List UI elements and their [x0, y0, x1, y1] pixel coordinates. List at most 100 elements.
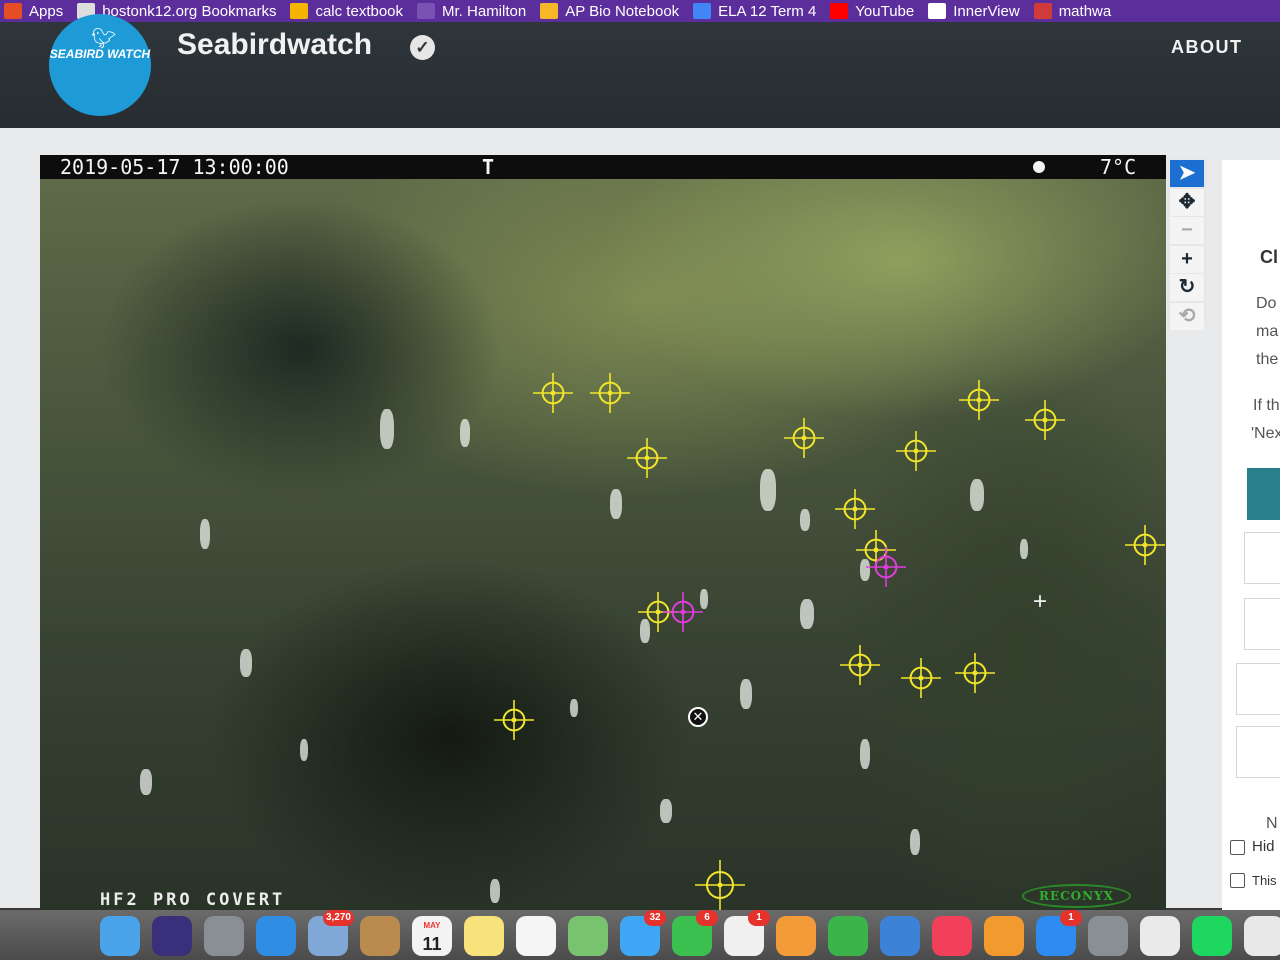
books-icon[interactable] [984, 916, 1024, 956]
roblox-icon[interactable] [1244, 916, 1280, 956]
reminders-icon[interactable] [516, 916, 556, 956]
notification-badge: 6 [696, 910, 718, 926]
yellow-crosshair-mark[interactable] [896, 431, 936, 471]
notification-badge: 3,270 [322, 910, 354, 926]
bookmark-item[interactable]: calc textbook [290, 3, 403, 20]
bookmark-item[interactable]: AP Bio Notebook [540, 3, 679, 20]
crosshair-cursor-icon: + [1033, 588, 1048, 615]
zoom-in-button[interactable]: + [1170, 245, 1204, 273]
bird-guano-patch [1020, 539, 1028, 559]
launchpad-icon[interactable] [204, 916, 244, 956]
bird-guano-patch [660, 799, 672, 823]
yellow-crosshair-mark[interactable] [959, 380, 999, 420]
bird-guano-patch [760, 469, 776, 511]
apps-grid-icon [4, 3, 22, 19]
notes-icon[interactable] [464, 916, 504, 956]
bookmark-item[interactable]: ELA 12 Term 4 [693, 3, 816, 20]
calendar-icon[interactable]: MAY 11 [412, 916, 452, 956]
bird-guano-patch [140, 769, 152, 795]
selected-crosshair-mark[interactable] [695, 860, 745, 910]
reset-button[interactable]: ⟲ [1170, 302, 1204, 330]
bookmark-label: Apps [29, 2, 64, 20]
seabirdwatch-logo[interactable]: 🐦︎ SEABIRD WATCH [49, 14, 151, 116]
spotify-icon[interactable] [1192, 916, 1232, 956]
system-preferences-icon[interactable] [1088, 916, 1128, 956]
photos-icon[interactable]: 1 [724, 910, 770, 956]
moon-phase-icon [1033, 161, 1045, 173]
yellow-crosshair-mark[interactable] [533, 373, 573, 413]
bird-guano-patch [860, 739, 870, 769]
messages-icon[interactable]: 32 [620, 910, 666, 956]
tool-button-green[interactable] [1236, 726, 1280, 778]
music-icon[interactable] [932, 916, 972, 956]
numbers-icon[interactable] [828, 916, 868, 956]
siri-icon[interactable] [152, 916, 192, 956]
reset-icon: ⟲ [1178, 304, 1196, 327]
bird-guano-patch [800, 599, 814, 629]
pointer-arrow-button[interactable]: ➤ [1170, 160, 1204, 187]
notification-badge: 32 [644, 910, 666, 926]
move-arrows-icon: ✥ [1178, 190, 1196, 213]
subject-image-viewer[interactable]: 2019-05-17 13:00:00 T 7°C HF2 PRO COVERT… [40, 155, 1166, 910]
verified-check-icon: ✓ [410, 35, 435, 60]
yellow-crosshair-mark[interactable] [1025, 400, 1065, 440]
bird-guano-patch [970, 479, 984, 511]
yellow-crosshair-mark[interactable] [590, 373, 630, 413]
mathway-icon [1033, 3, 1052, 19]
pages-icon[interactable] [776, 916, 816, 956]
hide-marks-checkbox[interactable] [1230, 840, 1245, 855]
bookmark-item[interactable]: Mr. Hamilton [417, 3, 526, 20]
magenta-crosshair-mark[interactable] [866, 547, 906, 587]
move-arrows-button[interactable]: ✥ [1170, 188, 1204, 216]
zoom-out-button[interactable]: − [1170, 217, 1204, 244]
macos-dock: 3,270 MAY 11 32 6 1 1 [0, 910, 1280, 960]
bookmark-label: Mr. Hamilton [442, 2, 527, 20]
bird-guano-patch [490, 879, 500, 903]
project-title[interactable]: Seabirdwatch [177, 28, 372, 62]
bird-guano-patch [240, 649, 252, 677]
yellow-crosshair-mark[interactable] [1125, 525, 1165, 565]
contacts-icon[interactable] [360, 916, 400, 956]
tool-button-gray[interactable] [1236, 663, 1280, 715]
facetime-icon[interactable]: 6 [672, 910, 718, 956]
camera-datetime: 2019-05-17 13:00:00 [60, 155, 289, 179]
yellow-crosshair-mark[interactable] [901, 658, 941, 698]
mail-icon[interactable]: 3,270 [308, 910, 354, 956]
this-option-checkbox[interactable] [1230, 873, 1245, 888]
weebly-icon [417, 3, 436, 19]
task-title: Cl [1260, 247, 1278, 267]
bird-guano-patch [910, 829, 920, 855]
keynote-icon[interactable] [880, 916, 920, 956]
maps-icon[interactable] [568, 916, 608, 956]
yellow-crosshair-mark[interactable] [494, 700, 534, 740]
tool-button-magenta[interactable] [1244, 598, 1280, 650]
cliff-photo[interactable] [40, 179, 1166, 910]
bookmark-label: calc textbook [315, 2, 404, 20]
hide-marks-label: Hid [1252, 838, 1275, 855]
calendar-day: 11 [422, 934, 442, 954]
yellow-crosshair-mark[interactable] [627, 438, 667, 478]
site-header: 🐦︎ SEABIRD WATCH Seabirdwatch ✓ ABOUT [0, 14, 1280, 128]
tool-button-blue[interactable] [1244, 532, 1280, 584]
bird-guano-patch [200, 519, 210, 549]
tool-button-active[interactable] [1247, 468, 1280, 520]
bookmark-item[interactable]: YouTube [830, 3, 914, 20]
magenta-crosshair-mark[interactable] [663, 592, 703, 632]
yellow-crosshair-mark[interactable] [784, 418, 824, 458]
task-text-line: 'Nex [1251, 425, 1280, 442]
trash-icon[interactable] [1140, 916, 1180, 956]
bird-guano-patch [610, 489, 622, 519]
yellow-crosshair-mark[interactable] [835, 489, 875, 529]
delete-mark-button[interactable]: ✕ [688, 707, 708, 727]
app-store-icon[interactable]: 1 [1036, 910, 1082, 956]
yellow-crosshair-mark[interactable] [955, 653, 995, 693]
bookmark-item[interactable]: Apps [4, 3, 63, 20]
bookmark-item[interactable]: InnerView [928, 3, 1020, 20]
rotate-button[interactable]: ↻ [1170, 274, 1204, 301]
bookmark-item[interactable]: mathwa [1033, 3, 1111, 20]
nav-about-link[interactable]: ABOUT [1171, 37, 1243, 58]
yellow-crosshair-mark[interactable] [840, 645, 880, 685]
safari-icon[interactable] [256, 916, 296, 956]
task-text-line: ma [1256, 323, 1279, 340]
finder-icon[interactable] [100, 916, 140, 956]
